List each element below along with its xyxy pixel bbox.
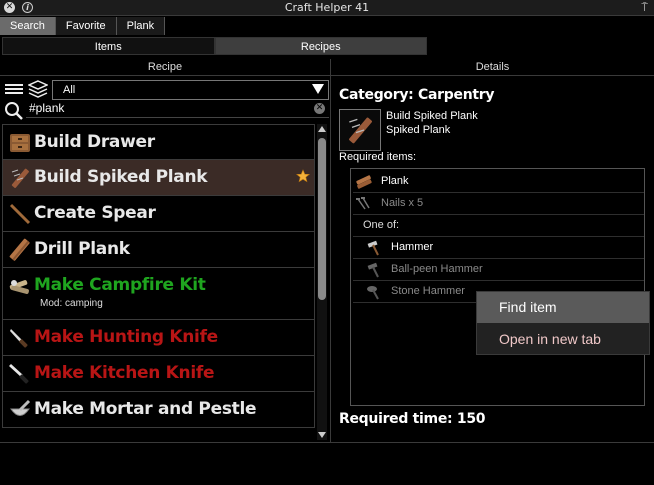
recipe-row-make-campfire-kit[interactable]: Make Campfire Kit Mod: camping — [2, 268, 315, 320]
sub-tabs: Items Recipes — [2, 37, 427, 55]
context-menu: Find item Open in new tab — [476, 291, 650, 355]
mortar-pestle-icon — [10, 399, 31, 416]
search-icon — [5, 102, 23, 120]
favorite-star-icon[interactable] — [296, 169, 310, 183]
campfire-kit-icon — [9, 280, 29, 294]
kitchen-knife-icon — [9, 364, 29, 384]
title-bar: ✕ i Craft Helper 41 ⍑ — [0, 0, 654, 16]
recipe-row-build-drawer[interactable]: Build Drawer — [2, 124, 315, 160]
recipe-row-make-mortar-and-pestle[interactable]: Make Mortar and Pestle — [2, 392, 315, 428]
filter-row: All — [2, 78, 329, 100]
recipe-name: Build Drawer — [34, 132, 155, 152]
required-item-label: Stone Hammer — [391, 285, 465, 297]
nails-icon — [356, 197, 370, 210]
chevron-down-icon — [312, 84, 324, 94]
ball-peen-hammer-icon — [367, 262, 379, 278]
required-item-label: Nails x 5 — [381, 197, 424, 209]
plank-icon — [9, 238, 30, 261]
recipe-row-build-spiked-plank[interactable]: Build Spiked Plank — [2, 160, 315, 196]
clear-search-icon[interactable]: ✕ — [314, 103, 325, 114]
required-item-row[interactable]: Plank — [353, 171, 644, 193]
recipe-name: Make Hunting Knife — [34, 327, 218, 347]
recipe-row-make-kitchen-knife[interactable]: Make Kitchen Knife — [2, 356, 315, 392]
search-row: #plank ✕ — [2, 100, 329, 120]
recipe-name: Create Spear — [34, 203, 156, 223]
tab-recipes[interactable]: Recipes — [214, 37, 427, 55]
tab-plank[interactable]: Plank — [116, 17, 166, 35]
recipe-panel: All #plank ✕ Build Drawer Build Spiked P… — [0, 76, 331, 442]
recipe-list: Build Drawer Build Spiked Plank Create S… — [2, 124, 315, 440]
scroll-up-icon[interactable] — [318, 126, 326, 132]
category-select[interactable]: All — [52, 80, 329, 100]
recipe-scrollbar[interactable] — [317, 124, 327, 440]
recipe-name: Drill Plank — [34, 239, 130, 259]
recipe-name: Make Mortar and Pestle — [34, 399, 257, 419]
window-title: Craft Helper 41 — [284, 1, 370, 14]
details-header: Details — [331, 59, 654, 76]
scroll-down-icon[interactable] — [318, 432, 326, 438]
tab-favorite[interactable]: Favorite — [55, 17, 117, 35]
required-item-label: Plank — [381, 175, 409, 187]
menu-item-find-item[interactable]: Find item — [477, 292, 649, 323]
spiked-plank-icon — [349, 117, 372, 144]
required-item-label: Hammer — [391, 241, 434, 253]
search-input-value: #plank — [29, 101, 65, 115]
result-names: Build Spiked Plank Spiked Plank — [386, 109, 478, 137]
search-input[interactable]: #plank — [26, 100, 329, 118]
layers-icon[interactable] — [28, 80, 48, 98]
one-of-group: One of: — [353, 215, 644, 237]
drawer-icon — [10, 134, 30, 152]
recipe-mod-label: Mod: camping — [40, 298, 103, 309]
top-tabs: Search Favorite Plank — [0, 17, 166, 35]
scroll-thumb[interactable] — [318, 138, 326, 300]
result-recipe-name: Build Spiked Plank — [386, 110, 478, 122]
pin-icon[interactable]: ⍑ — [641, 1, 648, 15]
recipe-header: Recipe — [0, 59, 331, 76]
recipe-name: Build Spiked Plank — [34, 167, 208, 187]
result-item-name: Spiked Plank — [386, 124, 451, 136]
required-items-label: Required items: — [339, 151, 417, 163]
tab-items[interactable]: Items — [2, 37, 215, 55]
plank-icon — [356, 175, 372, 189]
list-view-icon[interactable] — [5, 84, 23, 96]
required-time: Required time: 150 — [339, 411, 486, 427]
required-item-row[interactable]: Hammer — [353, 237, 644, 259]
hammer-icon — [367, 240, 379, 256]
tab-search[interactable]: Search — [0, 17, 56, 35]
required-items-list: Plank Nails x 5 One of: Hammer Ball-peen… — [350, 168, 645, 406]
one-of-label: One of: — [363, 219, 400, 231]
stone-hammer-icon — [367, 286, 379, 300]
hunting-knife-icon — [10, 329, 28, 348]
required-item-row[interactable]: Ball-peen Hammer — [353, 259, 644, 281]
details-panel: Category: Carpentry Build Spiked Plank S… — [331, 76, 654, 442]
required-item-label: Ball-peen Hammer — [391, 263, 483, 275]
recipe-category: Category: Carpentry — [339, 87, 495, 103]
bottom-bar — [0, 442, 654, 485]
recipe-name: Make Campfire Kit — [34, 275, 206, 295]
category-select-value: All — [63, 84, 76, 96]
spiked-plank-icon — [11, 168, 29, 188]
required-item-row[interactable]: Nails x 5 — [353, 193, 644, 215]
recipe-row-drill-plank[interactable]: Drill Plank — [2, 232, 315, 268]
recipe-row-create-spear[interactable]: Create Spear — [2, 196, 315, 232]
spear-icon — [9, 203, 31, 225]
menu-item-open-in-new-tab[interactable]: Open in new tab — [477, 324, 649, 355]
result-item-slot[interactable] — [339, 109, 381, 151]
recipe-name: Make Kitchen Knife — [34, 363, 215, 383]
recipe-row-make-hunting-knife[interactable]: Make Hunting Knife — [2, 320, 315, 356]
